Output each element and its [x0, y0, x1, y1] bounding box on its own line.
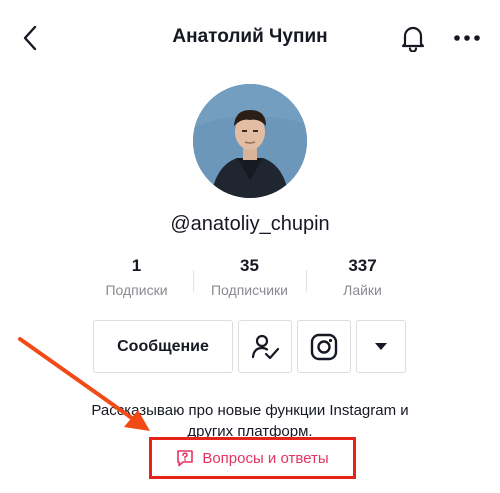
stat-followers-label: Подписчики: [210, 282, 288, 298]
qa-label: Вопросы и ответы: [202, 449, 329, 467]
question-bubble-icon: [177, 450, 194, 467]
stats-row: 1 Подписки 35 Подписчики 337 Лайки: [80, 256, 420, 304]
more-options-button[interactable]: [449, 20, 485, 56]
top-bar: Анатолий Чупин: [0, 0, 500, 76]
more-actions-dropdown[interactable]: [356, 320, 406, 373]
stat-likes[interactable]: 337 Лайки: [306, 256, 419, 298]
bio-line-1: Рассказываю про новые функции Instagram …: [91, 402, 409, 419]
username: @anatoliy_chupin: [170, 213, 330, 235]
instagram-icon: [310, 333, 338, 360]
notifications-button[interactable]: [396, 20, 430, 56]
message-button[interactable]: Сообщение: [93, 320, 233, 373]
avatar[interactable]: [193, 84, 307, 198]
stat-likes-label: Лайки: [343, 282, 382, 298]
user-check-icon: [251, 334, 280, 359]
stat-likes-value: 337: [348, 256, 377, 275]
stat-following-label: Подписки: [105, 282, 168, 298]
more-horizontal-icon: [454, 35, 480, 41]
instagram-button[interactable]: [297, 320, 351, 373]
friends-button[interactable]: [238, 320, 292, 373]
stat-following[interactable]: 1 Подписки: [80, 256, 193, 298]
bell-icon: [401, 26, 425, 52]
qa-link[interactable]: Вопросы и ответы: [149, 437, 356, 479]
stat-following-value: 1: [131, 256, 142, 275]
bio: Рассказываю про новые функции Instagram …: [40, 400, 460, 442]
stat-followers[interactable]: 35 Подписчики: [193, 256, 306, 298]
avatar-photo: [193, 84, 307, 198]
triangle-down-icon: [375, 342, 387, 350]
stat-followers-value: 35: [240, 256, 259, 275]
